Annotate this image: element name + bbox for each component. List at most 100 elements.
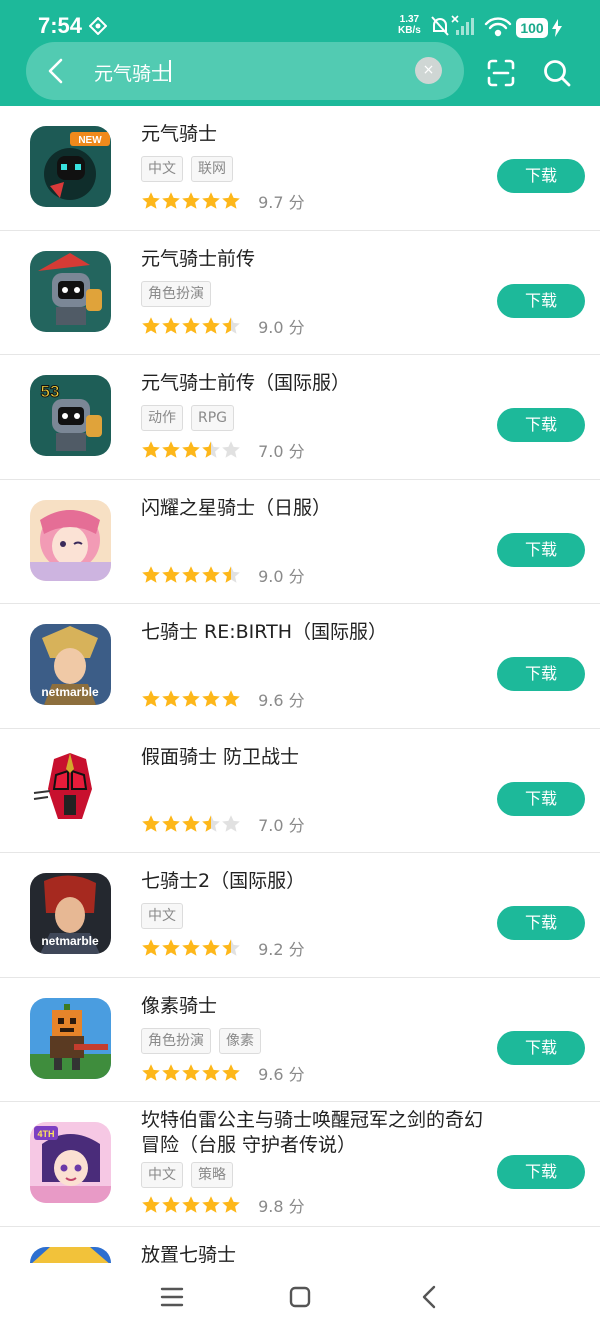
- app-row[interactable]: 元气骑士前传 角色扮演 9.0 分 下载: [0, 231, 600, 355]
- anniversary-badge: 4TH: [37, 1129, 54, 1139]
- download-button[interactable]: 下载: [497, 408, 585, 442]
- app-rating: 9.0 分: [141, 314, 305, 338]
- app-name[interactable]: 坎特伯雷公主与骑士唤醒冠军之剑的奇幻冒险（台服 守护者传说）: [141, 1108, 486, 1158]
- star-rating: [141, 1195, 241, 1215]
- download-button[interactable]: 下载: [497, 159, 585, 193]
- star-full-icon: [182, 814, 200, 832]
- top-bar: 7:54 1.37 KB/s 100 元气骑士 ×: [0, 0, 600, 106]
- app-tag: 动作: [141, 405, 183, 431]
- back-arrow-icon[interactable]: [44, 57, 68, 85]
- app-row[interactable]: 53 元气骑士前传（国际服） 动作 RPG 7.0 分 下载: [0, 355, 600, 480]
- star-full-icon: [162, 316, 180, 334]
- download-button[interactable]: 下载: [497, 532, 585, 567]
- app-icon-seven-knights-rebirth[interactable]: netmarble: [30, 624, 111, 705]
- app-icon-soul-knight-prequel[interactable]: [30, 250, 111, 332]
- star-full-icon: [182, 565, 200, 583]
- star-empty-icon: [222, 814, 240, 832]
- app-name[interactable]: 七骑士2（国际服）: [141, 869, 486, 894]
- app-row[interactable]: 像素骑士 角色扮演 像素 9.6 分 下载: [0, 978, 600, 1102]
- app-name[interactable]: 元气骑士前传: [141, 247, 486, 272]
- app-row[interactable]: netmarble 七骑士2（国际服） 中文 9.2 分 下载: [0, 853, 600, 978]
- status-time: 7:54: [38, 13, 83, 38]
- star-full-icon: [142, 814, 160, 832]
- app-name[interactable]: 元气骑士前传（国际服）: [141, 371, 486, 396]
- app-rating: 9.2 分: [141, 936, 305, 960]
- app-tag: 中文: [141, 903, 183, 929]
- rating-score: 9.6 分: [258, 1064, 305, 1084]
- rating-score: 7.0 分: [258, 442, 305, 461]
- star-rating: [141, 1063, 241, 1083]
- download-button[interactable]: 下载: [497, 283, 585, 318]
- star-rating: [141, 440, 241, 460]
- star-full-icon: [182, 690, 200, 707]
- app-tags: 中文: [141, 903, 191, 929]
- search-bar[interactable]: [26, 42, 464, 100]
- app-name[interactable]: 像素骑士: [141, 994, 486, 1019]
- star-full-icon: [202, 192, 220, 209]
- star-full-icon: [182, 1063, 200, 1081]
- app-rating: 7.0 分: [141, 438, 305, 462]
- app-row[interactable]: 放置七骑士: [0, 1227, 600, 1264]
- star-full-icon: [222, 690, 240, 707]
- app-icon-soul-knight[interactable]: NEW: [30, 126, 111, 207]
- app-name[interactable]: 七骑士 RE:BIRTH（国际服）: [141, 620, 486, 645]
- app-name[interactable]: 闪耀之星骑士（日服）: [141, 496, 486, 521]
- home-icon[interactable]: [288, 1285, 312, 1309]
- download-button[interactable]: 下载: [497, 1030, 585, 1065]
- app-name[interactable]: 元气骑士: [141, 122, 486, 147]
- star-half-icon: [202, 814, 220, 832]
- publisher-logo: netmarble: [41, 685, 99, 699]
- star-rating: [141, 814, 241, 834]
- scan-icon[interactable]: [486, 58, 516, 88]
- rating-score: 9.0 分: [258, 317, 305, 337]
- app-icon-shining-star-knight[interactable]: [30, 499, 111, 581]
- star-full-icon: [162, 565, 180, 583]
- download-button[interactable]: 下载: [497, 657, 585, 691]
- star-full-icon: [222, 1196, 240, 1213]
- star-half-icon: [222, 939, 240, 956]
- app-tag: 角色扮演: [141, 280, 211, 307]
- star-full-icon: [142, 565, 160, 583]
- new-badge: NEW: [78, 135, 102, 146]
- back-icon[interactable]: [418, 1285, 442, 1309]
- star-full-icon: [142, 316, 160, 334]
- rating-score: 9.7 分: [258, 193, 305, 212]
- clear-search-button[interactable]: ×: [415, 57, 442, 84]
- app-icon-seven-knights-2[interactable]: netmarble: [30, 873, 111, 954]
- star-full-icon: [142, 1063, 160, 1081]
- star-full-icon: [202, 1196, 220, 1213]
- system-nav-bar: [0, 1263, 600, 1333]
- star-full-icon: [142, 441, 160, 458]
- app-icon-pixel-knight[interactable]: [30, 997, 111, 1079]
- app-row[interactable]: 闪耀之星骑士（日服） 9.0 分 下载: [0, 480, 600, 604]
- app-tags: 中文 策略: [141, 1162, 241, 1188]
- app-row[interactable]: 4TH 坎特伯雷公主与骑士唤醒冠军之剑的奇幻冒险（台服 守护者传说） 中文 策略 …: [0, 1102, 600, 1227]
- app-icon-kamen-rider[interactable]: [30, 748, 111, 830]
- app-icon-soul-knight-prequel-global[interactable]: 53: [30, 375, 111, 456]
- star-full-icon: [182, 316, 200, 334]
- app-icon-guardian-tales[interactable]: 4TH: [30, 1122, 111, 1203]
- rating-score: 9.2 分: [258, 940, 305, 959]
- download-button[interactable]: 下载: [497, 906, 585, 940]
- search-results-list[interactable]: NEW 元气骑士 中文 联网 9.7 分 下载 元气骑士前传 角色扮演 9.0 …: [0, 106, 600, 1263]
- rating-score: 9.8 分: [258, 1197, 305, 1216]
- star-full-icon: [162, 1063, 180, 1081]
- app-name[interactable]: 假面骑士 防卫战士: [141, 745, 486, 770]
- star-full-icon: [142, 690, 160, 707]
- download-button[interactable]: 下载: [497, 1155, 585, 1189]
- app-tag: 策略: [191, 1162, 233, 1188]
- star-full-icon: [222, 192, 240, 209]
- star-full-icon: [202, 939, 220, 956]
- download-button[interactable]: 下载: [497, 781, 585, 816]
- app-name[interactable]: 放置七骑士: [141, 1243, 486, 1264]
- search-icon[interactable]: [542, 58, 572, 88]
- app-rating: 7.0 分: [141, 812, 305, 836]
- app-row[interactable]: netmarble 七骑士 RE:BIRTH（国际服） 9.6 分 下载: [0, 604, 600, 729]
- network-speed-value: 1.37: [399, 14, 420, 25]
- recent-apps-icon[interactable]: [160, 1285, 184, 1309]
- app-icon-idle-seven-knights[interactable]: [30, 1246, 111, 1263]
- app-row[interactable]: 假面骑士 防卫战士 7.0 分 下载: [0, 729, 600, 853]
- app-row[interactable]: NEW 元气骑士 中文 联网 9.7 分 下载: [0, 106, 600, 231]
- app-tag: 联网: [191, 156, 233, 182]
- search-input[interactable]: 元气骑士: [94, 59, 170, 86]
